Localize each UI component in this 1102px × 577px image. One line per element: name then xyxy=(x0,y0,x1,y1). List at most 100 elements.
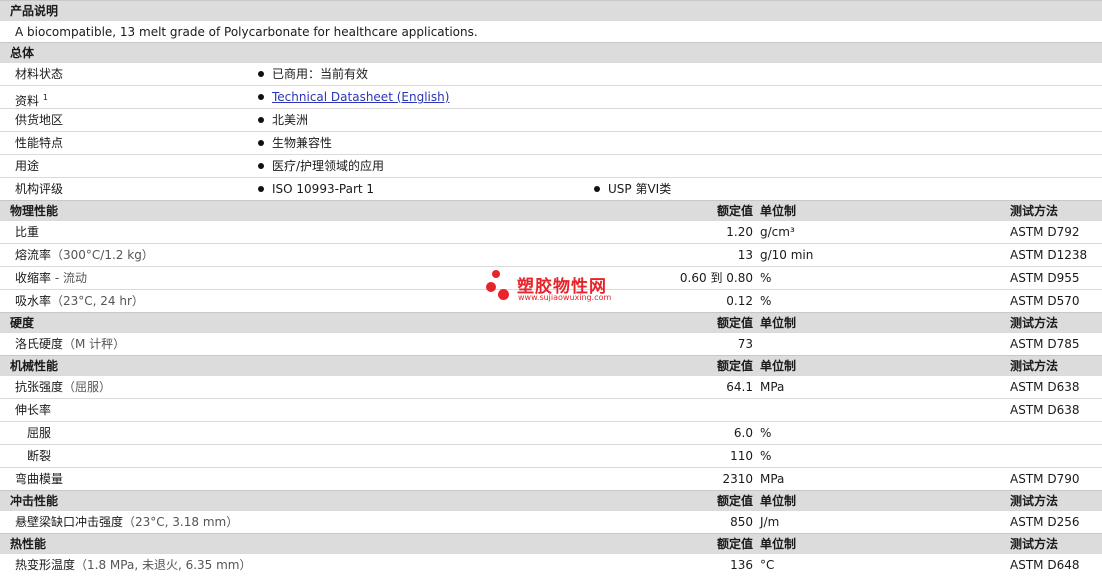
property-value: 73 xyxy=(737,337,753,351)
column-header-unit: 单位制 xyxy=(760,494,797,508)
row-label: 供货地区 xyxy=(15,113,64,127)
section-title: 物理性能 xyxy=(10,204,59,218)
property-row: 弯曲模量 2310 MPa ASTM D790 xyxy=(0,467,1102,490)
property-test-method: ASTM D790 xyxy=(1010,472,1080,486)
property-value: 64.1 xyxy=(726,380,753,394)
column-header-test-method: 测试方法 xyxy=(1010,494,1059,508)
section-title: 机械性能 xyxy=(10,359,59,373)
row-label: 机构评级 xyxy=(15,182,64,196)
logo-dot-icon xyxy=(498,289,509,300)
property-label: 比重 xyxy=(15,225,40,239)
property-test-method: ASTM D638 xyxy=(1010,380,1080,394)
property-label: 抗张强度（屈服） xyxy=(15,380,112,394)
property-unit: g/cm³ xyxy=(760,225,795,239)
section-header-thermal: 热性能 额定值 单位制 测试方法 xyxy=(0,533,1102,553)
column-header-value: 额定值 xyxy=(716,316,753,330)
property-value: 6.0 xyxy=(733,426,753,440)
bullet-value: 生物兼容性 xyxy=(258,132,332,155)
bullet-icon xyxy=(258,162,264,169)
section-header-general: 总体 xyxy=(0,42,1102,62)
column-header-value: 额定值 xyxy=(716,204,753,218)
column-header-value: 额定值 xyxy=(716,359,753,373)
property-row: 比重 1.20 g/cm³ ASTM D792 xyxy=(0,220,1102,243)
section-header-hardness: 硬度 额定值 单位制 测试方法 xyxy=(0,312,1102,332)
product-description-text: A biocompatible, 13 melt grade of Polyca… xyxy=(0,20,1102,42)
footnote-marker: 1 xyxy=(42,93,48,102)
property-row: 熔流率（300°C/1.2 kg） 13 g/10 min ASTM D1238 xyxy=(0,243,1102,266)
general-row-status: 材料状态 已商用：当前有效 xyxy=(0,62,1102,85)
property-label: 悬壁梁缺口冲击强度（23°C, 3.18 mm） xyxy=(15,515,239,529)
property-label: 屈服 xyxy=(27,426,52,440)
bullet-icon xyxy=(258,116,264,123)
property-test-method: ASTM D570 xyxy=(1010,294,1080,308)
general-row-region: 供货地区 北美洲 xyxy=(0,108,1102,131)
general-row-agency-ratings: 机构评级 ISO 10993-Part 1 USP 第VI类 xyxy=(0,177,1102,200)
section-title: 冲击性能 xyxy=(10,494,59,508)
section-header-impact: 冲击性能 额定值 单位制 测试方法 xyxy=(0,490,1102,510)
logo-dot-icon xyxy=(492,270,500,278)
property-unit: °C xyxy=(760,558,775,572)
property-test-method: ASTM D955 xyxy=(1010,271,1080,285)
bullet-value: USP 第VI类 xyxy=(594,178,671,201)
property-unit: MPa xyxy=(760,380,785,394)
bullet-icon xyxy=(258,139,264,146)
watermark-logo: 塑胶物性网 www.sujiaowuxing.com xyxy=(486,270,626,308)
property-row: 洛氏硬度（M 计秤） 73 ASTM D785 xyxy=(0,332,1102,355)
column-header-unit: 单位制 xyxy=(760,537,797,551)
column-header-unit: 单位制 xyxy=(760,316,797,330)
property-value: 2310 xyxy=(722,472,753,486)
bullet-value: 已商用：当前有效 xyxy=(258,63,368,86)
datasheet-page: 产品说明 A biocompatible, 13 melt grade of P… xyxy=(0,0,1102,577)
property-test-method: ASTM D648 xyxy=(1010,558,1080,572)
general-row-uses: 用途 医疗/护理领域的应用 xyxy=(0,154,1102,177)
row-label: 材料状态 xyxy=(15,67,64,81)
property-label: 断裂 xyxy=(27,449,52,463)
bullet-icon xyxy=(258,93,264,100)
property-label: 熔流率（300°C/1.2 kg） xyxy=(15,248,154,262)
bullet-value: Technical Datasheet (English) xyxy=(258,86,449,109)
property-unit: % xyxy=(760,294,772,308)
column-header-test-method: 测试方法 xyxy=(1010,537,1059,551)
property-row: 悬壁梁缺口冲击强度（23°C, 3.18 mm） 850 J/m ASTM D2… xyxy=(0,510,1102,533)
general-row-documents: 资料 1 Technical Datasheet (English) xyxy=(0,85,1102,108)
property-unit: J/m xyxy=(760,515,780,529)
bullet-value: 北美洲 xyxy=(258,109,308,132)
section-header-physical: 物理性能 额定值 单位制 测试方法 xyxy=(0,200,1102,220)
property-sub-row: 断裂 110 % xyxy=(0,444,1102,467)
property-unit: g/10 min xyxy=(760,248,814,262)
property-label: 收缩率 - 流动 xyxy=(15,271,87,285)
section-header-mechanical: 机械性能 额定值 单位制 测试方法 xyxy=(0,355,1102,375)
technical-datasheet-link[interactable]: Technical Datasheet (English) xyxy=(272,90,449,104)
section-title: 总体 xyxy=(10,46,35,60)
property-unit: % xyxy=(760,271,772,285)
bullet-value: 医疗/护理领域的应用 xyxy=(258,155,384,178)
bullet-icon xyxy=(594,185,600,192)
property-value: 13 xyxy=(737,248,753,262)
property-unit: % xyxy=(760,449,772,463)
bullet-value: ISO 10993-Part 1 xyxy=(258,178,374,201)
column-header-test-method: 测试方法 xyxy=(1010,316,1059,330)
bullet-icon xyxy=(258,185,264,192)
general-row-features: 性能特点 生物兼容性 xyxy=(0,131,1102,154)
property-unit: % xyxy=(760,426,772,440)
section-title: 热性能 xyxy=(10,537,47,551)
property-sub-row: 屈服 6.0 % xyxy=(0,421,1102,444)
column-header-test-method: 测试方法 xyxy=(1010,204,1059,218)
property-label: 热变形温度（1.8 MPa, 未退火, 6.35 mm） xyxy=(15,558,252,572)
property-test-method: ASTM D1238 xyxy=(1010,248,1088,262)
property-row: 热变形温度（1.8 MPa, 未退火, 6.35 mm） 136 °C ASTM… xyxy=(0,553,1102,576)
column-header-test-method: 测试方法 xyxy=(1010,359,1059,373)
property-value: 110 xyxy=(730,449,753,463)
row-label: 性能特点 xyxy=(15,136,64,150)
bullet-icon xyxy=(258,70,264,77)
property-row: 抗张强度（屈服） 64.1 MPa ASTM D638 xyxy=(0,375,1102,398)
property-label: 弯曲模量 xyxy=(15,472,64,486)
column-header-value: 额定值 xyxy=(716,494,753,508)
section-title: 硬度 xyxy=(10,316,35,330)
section-title: 产品说明 xyxy=(10,4,59,18)
property-test-method: ASTM D792 xyxy=(1010,225,1080,239)
property-test-method: ASTM D638 xyxy=(1010,403,1080,417)
column-header-value: 额定值 xyxy=(716,537,753,551)
property-label: 吸水率（23°C, 24 hr） xyxy=(15,294,144,308)
property-unit: MPa xyxy=(760,472,785,486)
